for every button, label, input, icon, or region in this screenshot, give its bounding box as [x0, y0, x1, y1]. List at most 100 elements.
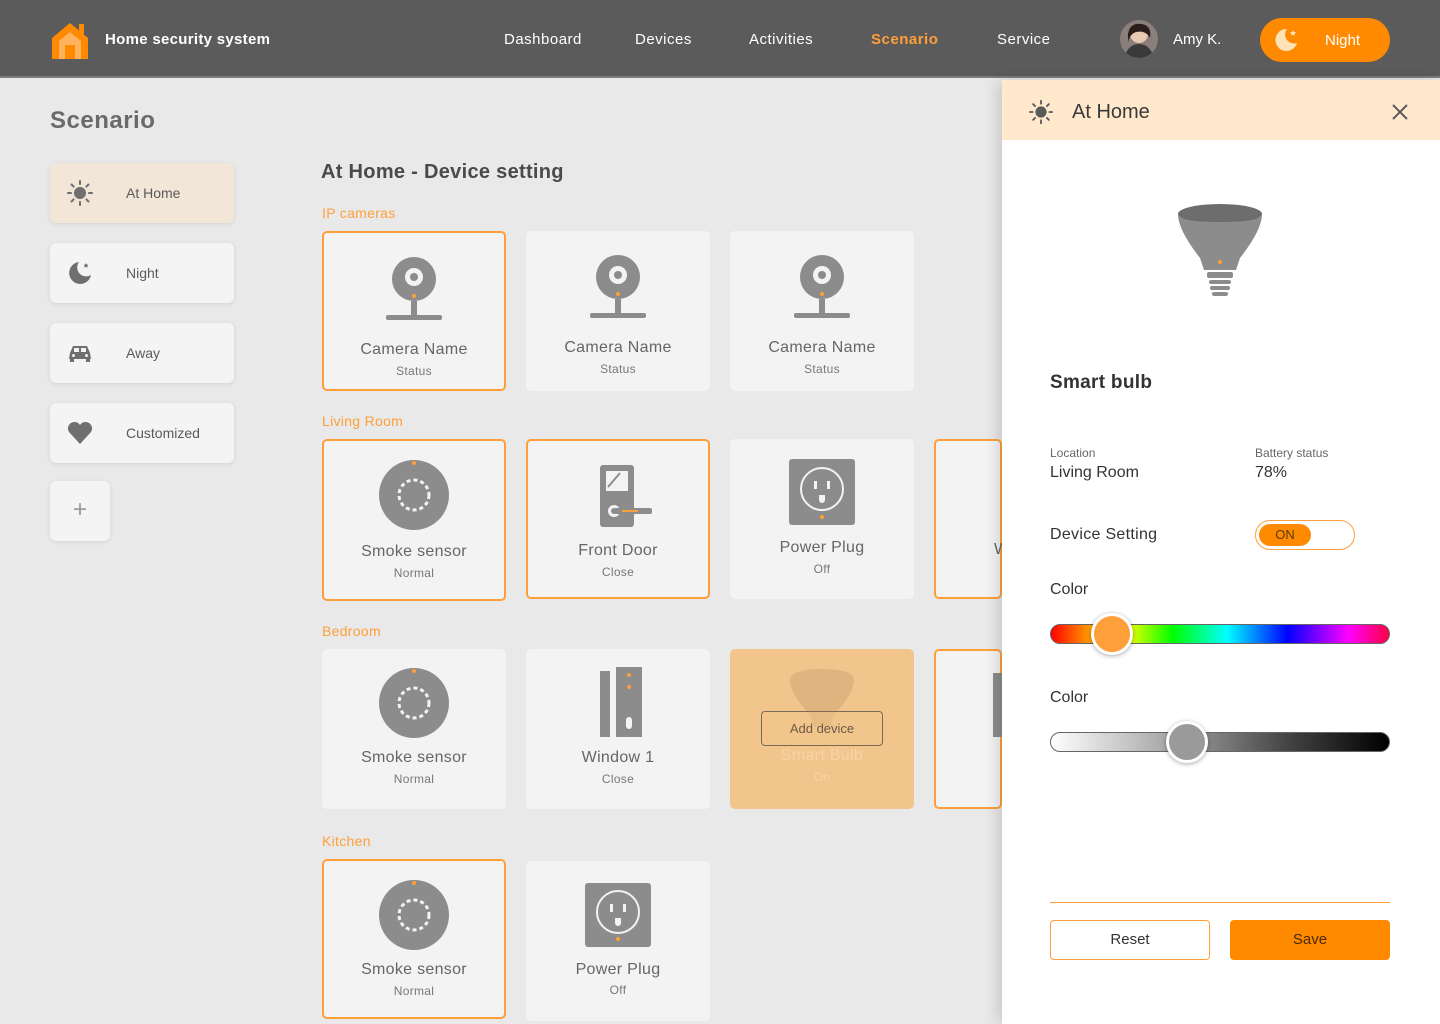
- device-name: Front Door: [578, 542, 658, 559]
- device-card-window[interactable]: Window 1 Close: [526, 649, 710, 809]
- device-setting-toggle[interactable]: ON: [1255, 520, 1355, 550]
- group-label-bedroom: Bedroom: [322, 623, 381, 639]
- scene-customized[interactable]: Customized: [50, 403, 234, 463]
- device-card-smoke-sensor[interactable]: Smoke sensor Normal: [322, 859, 506, 1019]
- device-status: On: [813, 770, 831, 784]
- group-label-living-room: Living Room: [322, 413, 404, 429]
- device-name: Camera Name: [360, 341, 468, 358]
- nav-activities[interactable]: Activities: [749, 31, 813, 48]
- scene-label: Night: [126, 265, 159, 281]
- smoke-sensor-icon: [379, 668, 449, 738]
- moon-icon: [1275, 28, 1297, 51]
- scene-label: Away: [126, 345, 160, 361]
- device-setting-title: At Home - Device setting: [321, 161, 564, 183]
- device-name: Camera Name: [768, 339, 876, 356]
- reset-button[interactable]: Reset: [1050, 920, 1210, 960]
- device-name: Power Plug: [779, 539, 865, 556]
- scene-at-home[interactable]: At Home: [50, 163, 234, 223]
- location-value: Living Room: [1050, 464, 1139, 481]
- device-name: Window 1: [581, 749, 655, 766]
- brightness-slider-thumb[interactable]: [1166, 721, 1208, 763]
- camera-icon: [794, 255, 850, 318]
- smoke-sensor-icon: [379, 880, 449, 950]
- device-status: Normal: [393, 772, 435, 786]
- device-name: Smoke sensor: [361, 749, 467, 766]
- add-device-button[interactable]: Add device: [761, 711, 883, 746]
- location-label: Location: [1050, 446, 1096, 460]
- close-icon[interactable]: [1390, 102, 1410, 122]
- heart-icon: [67, 421, 93, 444]
- bulb-icon: [1178, 204, 1262, 296]
- power-plug-icon: [585, 883, 651, 947]
- device-setting-label: Device Setting: [1050, 526, 1158, 543]
- battery-label: Battery status: [1255, 446, 1329, 460]
- save-button[interactable]: Save: [1230, 920, 1390, 960]
- device-card-power-plug[interactable]: Power Plug Off: [730, 439, 914, 599]
- home-logo-icon: [52, 23, 88, 59]
- hue-slider[interactable]: [1050, 613, 1390, 655]
- device-name: Smoke sensor: [361, 961, 467, 978]
- device-card-power-plug[interactable]: Power Plug Off: [526, 861, 710, 1021]
- device-name: Power Plug: [575, 961, 661, 978]
- user-name[interactable]: Amy K.: [1173, 31, 1221, 48]
- device-status: Status: [600, 362, 636, 376]
- color-label: Color: [1050, 581, 1089, 598]
- car-icon: [69, 346, 91, 362]
- battery-value: 78%: [1255, 464, 1288, 481]
- device-card-smoke-sensor[interactable]: Smoke sensor Normal: [322, 649, 506, 809]
- device-status: Normal: [393, 984, 435, 998]
- page-title: Scenario: [50, 107, 156, 134]
- device-status: Close: [601, 772, 635, 786]
- panel-title: At Home: [1072, 101, 1150, 123]
- mode-label: Night: [1325, 32, 1361, 49]
- panel-header: At Home: [1002, 80, 1440, 140]
- device-card-smoke-sensor[interactable]: Smoke sensor Normal: [322, 439, 506, 601]
- device-card-partial[interactable]: W: [934, 439, 1009, 599]
- power-plug-icon: [789, 459, 855, 525]
- group-label-kitchen: Kitchen: [322, 833, 371, 849]
- top-bar: Home security system Dashboard Devices A…: [0, 0, 1440, 78]
- color-label: Color: [1050, 689, 1089, 706]
- device-status: Off: [813, 562, 831, 576]
- device-card-smart-bulb[interactable]: Add device Smart Bulb On: [730, 649, 914, 809]
- camera-icon: [386, 257, 442, 320]
- device-name: Camera Name: [564, 339, 672, 356]
- scene-label: At Home: [126, 185, 181, 201]
- device-card-camera[interactable]: Camera Name Status: [730, 231, 914, 391]
- device-status: Off: [609, 983, 627, 997]
- group-label-ip-cameras: IP cameras: [322, 205, 396, 221]
- nav-devices[interactable]: Devices: [635, 31, 692, 48]
- app-title: Home security system: [105, 31, 271, 48]
- sun-icon: [67, 180, 93, 206]
- scene-night[interactable]: Night: [50, 243, 234, 303]
- sun-icon: [1028, 99, 1054, 125]
- toggle-knob: ON: [1259, 524, 1311, 546]
- device-name: Smoke sensor: [361, 543, 467, 560]
- nav-service[interactable]: Service: [997, 31, 1051, 48]
- scene-away[interactable]: Away: [50, 323, 234, 383]
- moon-icon: [69, 262, 91, 284]
- camera-icon: [590, 255, 646, 318]
- device-status: Normal: [393, 566, 435, 580]
- device-detail-panel: At Home Smart bulb Location Living Room …: [1002, 80, 1440, 1024]
- divider: [1050, 902, 1390, 903]
- mode-night-button[interactable]: Night: [1260, 18, 1390, 62]
- device-name: Smart Bulb: [780, 747, 864, 764]
- device-card-front-door[interactable]: Front Door Close: [526, 439, 710, 599]
- device-status: Close: [601, 565, 635, 579]
- device-status: Status: [804, 362, 840, 376]
- scene-label: Customized: [126, 425, 200, 441]
- window-sensor-icon: [600, 667, 642, 737]
- nav-dashboard[interactable]: Dashboard: [504, 31, 582, 48]
- device-status: Status: [396, 364, 432, 378]
- device-card-camera[interactable]: Camera Name Status: [322, 231, 506, 391]
- brightness-slider[interactable]: [1050, 721, 1390, 763]
- device-card-partial[interactable]: [934, 649, 1003, 809]
- device-detail-name: Smart bulb: [1050, 372, 1153, 393]
- nav-scenario[interactable]: Scenario: [871, 31, 938, 48]
- add-scene-button[interactable]: +: [50, 481, 110, 541]
- avatar[interactable]: [1120, 20, 1158, 58]
- hue-slider-thumb[interactable]: [1091, 613, 1134, 655]
- smoke-sensor-icon: [379, 460, 449, 530]
- device-card-camera[interactable]: Camera Name Status: [526, 231, 710, 391]
